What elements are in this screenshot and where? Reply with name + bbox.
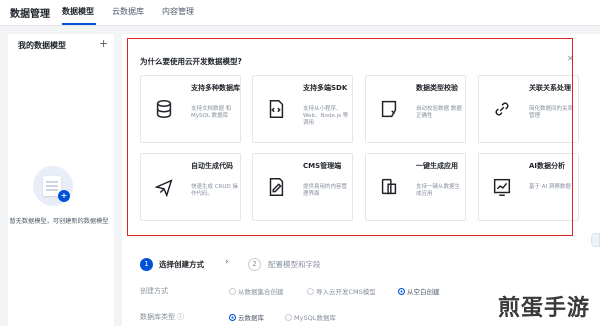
radio-label: 导入云开发CMS模型 (316, 288, 376, 296)
radio-dot (398, 288, 405, 295)
step-1-number: 1 (140, 258, 153, 271)
paper-plane-icon (153, 176, 175, 198)
step-2-number: 2 (248, 258, 261, 271)
code-file-icon (265, 98, 287, 120)
create-method-label: 创建方式 (140, 287, 168, 295)
intro-title: 为什么要使用云开发数据模型? (140, 57, 242, 66)
feature-desc: 自动校验数据 数据正确性 (416, 106, 462, 119)
app-title: 数据管理 (10, 9, 50, 20)
watermark-text: 煎蛋手游 (498, 295, 591, 321)
radio-dot (229, 314, 236, 321)
radio-cloud-db[interactable]: 云数据库 (229, 312, 264, 322)
shield-icon (378, 98, 400, 120)
tab-cloud-database[interactable]: 云数据库 (112, 6, 144, 17)
feature-desc: 提供易用的内容管理界面 (303, 184, 348, 197)
feature-card: 一键生成应用 支持一键从数据生成应用 (365, 153, 466, 221)
empty-state-text: 暂无数据模型，可创建新的数据模型 (9, 218, 109, 225)
feature-card: 数据类型校验 自动校验数据 数据正确性 (365, 75, 466, 143)
radio-import-cms[interactable]: 导入云开发CMS模型 (307, 286, 376, 296)
app-icon (378, 176, 400, 198)
db-type-label: 数据库类型 ⓘ (140, 313, 185, 321)
feature-title: 一键生成应用 (416, 162, 458, 170)
feature-title: 自动生成代码 (191, 162, 233, 170)
feature-title: AI数据分析 (529, 162, 566, 170)
active-tab-indicator (62, 23, 96, 25)
step-1-label[interactable]: 选择创建方式 (159, 259, 204, 270)
chart-icon (491, 176, 513, 198)
sidebar-title: 我的数据模型 (18, 41, 66, 50)
radio-from-blank[interactable]: 从空白创建 (398, 286, 440, 296)
feature-card: CMS管理端 提供易用的内容管理界面 (252, 153, 353, 221)
radio-dot (229, 288, 236, 295)
floating-helper-icon[interactable] (591, 233, 600, 247)
add-model-button[interactable]: + (99, 37, 108, 50)
plus-badge-icon: + (58, 190, 70, 202)
radio-dot (285, 314, 292, 321)
feature-desc: 简化数据间的关系管理 (529, 106, 574, 119)
feature-card: 支持多端SDK 支持从小程序、Web、Node.js 等调用 (252, 75, 353, 143)
radio-label: 从数据集合创建 (238, 288, 284, 296)
feature-desc: 基于 AI 洞察数据 (529, 184, 571, 190)
step-2-label[interactable]: 配置模型和字段 (268, 259, 321, 270)
edit-doc-icon (265, 176, 287, 198)
feature-card: AI数据分析 基于 AI 洞察数据 (478, 153, 579, 221)
radio-from-collection[interactable]: 从数据集合创建 (229, 286, 284, 296)
feature-card: 关联关系处理 简化数据间的关系管理 (478, 75, 579, 143)
database-icon (153, 98, 175, 120)
link-icon (491, 98, 513, 120)
feature-card: 支持多种数据库 支持文档数据 和 MySQL 数据库 (140, 75, 241, 143)
top-navbar: 数据管理 数据模型 云数据库 内容管理 (0, 0, 600, 26)
chevron-right-icon: › (225, 257, 229, 267)
radio-label: 从空白创建 (407, 288, 440, 296)
close-icon[interactable]: ✕ (567, 54, 574, 63)
feature-desc: 支持文档数据 和 MySQL 数据库 (191, 106, 232, 119)
radio-mysql-db[interactable]: MySQL数据库 (285, 312, 336, 322)
feature-desc: 快速生成 CRUD 操作代码。 (191, 184, 238, 197)
feature-title: 关联关系处理 (529, 84, 571, 92)
empty-state-illustration: + (33, 166, 73, 206)
feature-card: 自动生成代码 快速生成 CRUD 操作代码。 (140, 153, 241, 221)
radio-label: MySQL数据库 (294, 314, 336, 322)
feature-title: CMS管理端 (303, 162, 342, 170)
radio-dot (307, 288, 314, 295)
steps-bar: 1 选择创建方式 › 2 配置模型和字段 (122, 248, 600, 282)
feature-desc: 支持从小程序、Web、Node.js 等调用 (303, 106, 349, 126)
feature-title: 支持多端SDK (303, 84, 348, 92)
feature-title: 支持多种数据库 (191, 84, 240, 92)
tab-content-management[interactable]: 内容管理 (162, 6, 194, 17)
feature-title: 数据类型校验 (416, 84, 458, 92)
feature-desc: 支持一键从数据生成应用 (416, 184, 461, 197)
tab-data-model[interactable]: 数据模型 (62, 6, 94, 17)
radio-label: 云数据库 (238, 314, 264, 322)
